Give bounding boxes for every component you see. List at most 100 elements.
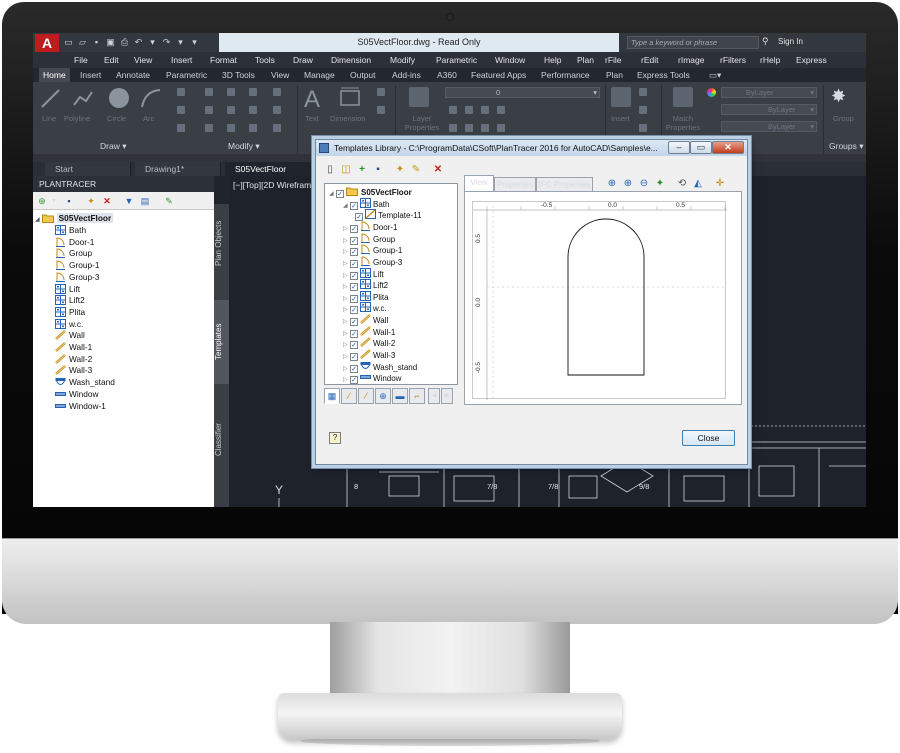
open-icon[interactable]: ◫	[340, 164, 352, 176]
zoom-out-icon[interactable]: ⊖	[638, 178, 650, 190]
panel-label-modify[interactable]: Modify ▾	[228, 141, 260, 152]
rotate-icon[interactable]	[227, 88, 235, 96]
dropdown-icon[interactable]: ▾	[48, 195, 60, 207]
menu-file[interactable]: File	[74, 55, 88, 65]
dialog-tree-item-lift2[interactable]: ▷ ✓ Lift2	[343, 279, 388, 292]
undo-icon[interactable]: ↶	[133, 36, 144, 48]
undo-dropdown-icon[interactable]: ▾	[147, 36, 158, 48]
palette-item-wall[interactable]: Wall	[55, 329, 85, 341]
binoculars-icon[interactable]: ⚲	[762, 36, 769, 47]
edit-icon[interactable]: ✎	[163, 195, 175, 207]
dialog-tree-item-group-1[interactable]: ▷ ✓ Group-1	[343, 244, 402, 257]
customize-dropdown-icon[interactable]: ▾	[189, 36, 200, 48]
menu-express[interactable]: Express	[796, 55, 827, 65]
offset-icon[interactable]	[273, 124, 281, 132]
layer-tool-icon[interactable]	[481, 124, 489, 132]
maximize-button[interactable]: ▭	[690, 141, 712, 154]
menu-help[interactable]: Help	[544, 55, 561, 65]
ribbon-tab-a360[interactable]: A360	[437, 70, 457, 80]
dimension-tool-icon[interactable]	[339, 85, 361, 109]
app-menu-button[interactable]: A	[35, 34, 59, 53]
explode-icon[interactable]	[273, 106, 281, 114]
tab-wall-alt-type[interactable]: ⁄	[358, 388, 374, 404]
save-as-icon[interactable]: ▣	[105, 36, 116, 48]
linetype-dropdown[interactable]: ByLayer ▾	[721, 121, 817, 132]
insert-block-icon[interactable]	[611, 87, 631, 107]
ribbon-tab-add-ins[interactable]: Add-ins	[392, 70, 421, 80]
layer-tool-icon[interactable]	[497, 124, 505, 132]
tab-scroll-left[interactable]: ◀	[428, 388, 440, 404]
dialog-tree-item-wall-2[interactable]: ▷ ✓ Wall-2	[343, 337, 395, 350]
new-object-icon[interactable]: ✦	[85, 195, 97, 207]
origin-icon[interactable]: ✛	[714, 178, 726, 190]
tab-door-type[interactable]: ⌐	[409, 388, 425, 404]
collapse-arrow-icon[interactable]: ◢	[343, 201, 350, 212]
move-icon[interactable]	[205, 88, 213, 96]
array-icon[interactable]	[249, 124, 257, 132]
menu-view[interactable]: View	[134, 55, 152, 65]
mirror-icon[interactable]	[227, 106, 235, 114]
redo-icon[interactable]: ↷	[161, 36, 172, 48]
collapse-arrow-icon[interactable]: ◢	[329, 189, 336, 200]
open-folder-icon[interactable]: ▱	[77, 36, 88, 48]
palette-item-wash-stand[interactable]: Wash_stand	[55, 376, 115, 388]
menu-parametric[interactable]: Parametric	[436, 55, 477, 65]
match-properties-icon[interactable]	[673, 87, 693, 107]
save-icon[interactable]: ▪	[372, 164, 384, 176]
table-icon[interactable]	[377, 106, 385, 114]
help-button[interactable]: ?	[329, 432, 341, 444]
workspace-toggle-icon[interactable]: ▭▾	[709, 70, 721, 81]
layer-tool-icon[interactable]	[497, 106, 505, 114]
tab-window-line-type[interactable]: ▬	[392, 388, 408, 404]
layer-tool-icon[interactable]	[449, 106, 457, 114]
dialog-tree-item-window-1[interactable]: ▷✓Window-1	[343, 384, 409, 385]
group-icon[interactable]: ✸	[831, 86, 846, 107]
panel-label-groups[interactable]: Groups ▾	[829, 141, 864, 152]
add-template-icon[interactable]: ⊕	[36, 195, 48, 207]
arc-tool-icon[interactable]	[139, 87, 163, 111]
mirror-view-icon[interactable]: ◭	[692, 178, 704, 190]
ribbon-tab-annotate[interactable]: Annotate	[116, 70, 150, 80]
circle-tool-icon[interactable]	[107, 86, 131, 110]
tab-wall-type[interactable]: ⁄	[341, 388, 357, 404]
dialog-tree-item-plita[interactable]: ▷ ✓ Plita	[343, 290, 389, 303]
menu-redit[interactable]: rEdit	[641, 55, 658, 65]
dialog-tree-root[interactable]: ◢ ✓ S05VectFloor	[329, 186, 412, 198]
palette-item-door-1[interactable]: Door-1	[55, 236, 94, 248]
edit-template-icon[interactable]: ✎	[410, 164, 422, 176]
side-tab-classifier[interactable]: Classifier	[214, 410, 229, 470]
delete-icon[interactable]: ✕	[432, 164, 444, 176]
list-icon[interactable]: ▤	[139, 195, 151, 207]
delete-icon[interactable]: ✕	[101, 195, 113, 207]
panel-label-draw[interactable]: Draw ▾	[100, 141, 127, 152]
new-file-icon[interactable]: ▭	[63, 36, 74, 48]
doc-tab-drawing1[interactable]: Drawing1*	[135, 162, 221, 176]
tree-root[interactable]: ◢ S05VectFloor	[35, 212, 114, 224]
dialog-tree-item-wash-stand[interactable]: ▷ ✓ Wash_stand	[343, 361, 417, 373]
color-picker-icon[interactable]	[707, 88, 716, 97]
redo-dropdown-icon[interactable]: ▾	[175, 36, 186, 48]
layer-tool-icon[interactable]	[481, 106, 489, 114]
menu-rhelp[interactable]: rHelp	[760, 55, 780, 65]
side-tab-templates[interactable]: Templates	[214, 300, 229, 384]
block-tool-icon[interactable]	[639, 88, 647, 96]
dialog-tree-item-lift[interactable]: ▷ ✓ Lift	[343, 267, 384, 280]
erase-icon[interactable]	[273, 88, 281, 96]
layer-tool-icon[interactable]	[465, 124, 473, 132]
draw-small-icon[interactable]	[177, 124, 185, 132]
tab-view[interactable]: View	[464, 175, 494, 191]
doc-tab-s05vectfloor[interactable]: S05VectFloor	[225, 162, 311, 176]
menu-rfile[interactable]: rFile	[605, 55, 622, 65]
save-icon[interactable]: ▪	[91, 36, 102, 48]
add-icon[interactable]: +	[356, 164, 368, 176]
ribbon-tab-home[interactable]: Home	[39, 68, 70, 82]
draw-small-icon[interactable]	[177, 88, 185, 96]
menu-plan[interactable]: Plan	[577, 55, 594, 65]
layer-tool-icon[interactable]	[465, 106, 473, 114]
text-tool-icon[interactable]: A	[303, 85, 323, 111]
tab-ifc-properties[interactable]: IFC Properties	[536, 177, 593, 191]
search-input[interactable]: Type a keyword or phrase	[627, 36, 759, 49]
dialog-tree-item-wall-1[interactable]: ▷ ✓ Wall-1	[343, 325, 395, 338]
palette-item-plita[interactable]: Plita	[55, 306, 85, 318]
tab-bath-type[interactable]: ▦	[324, 388, 340, 404]
